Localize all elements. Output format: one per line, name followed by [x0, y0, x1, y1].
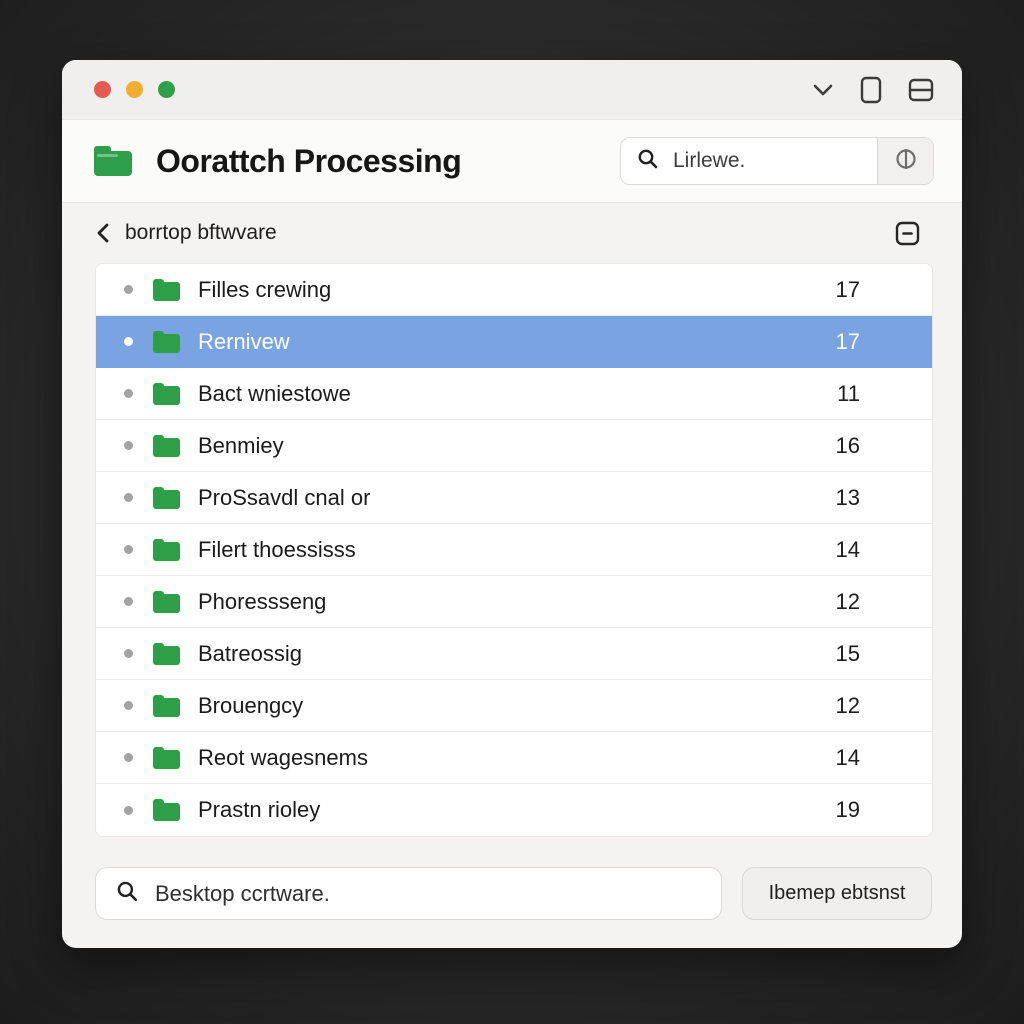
table-row[interactable]: Reot wagesnems14	[96, 732, 932, 784]
search-icon	[116, 880, 139, 908]
table-row[interactable]: Rernivew17	[96, 316, 932, 368]
item-count: 14	[836, 745, 932, 771]
item-count: 17	[836, 277, 932, 303]
footer-search-input[interactable]	[153, 880, 701, 908]
row-bullet-dot	[124, 649, 133, 658]
app-folder-icon	[94, 146, 132, 176]
item-count: 13	[836, 485, 932, 511]
folder-name: Benmiey	[198, 433, 836, 459]
folder-name: Bact wniestowe	[198, 381, 837, 407]
traffic-lights	[94, 81, 175, 98]
item-count: 19	[836, 797, 932, 823]
row-bullet-dot	[124, 493, 133, 502]
footer-action-button[interactable]: Ibemep ebtsnst	[742, 867, 932, 920]
folder-name: Phoressseng	[198, 589, 836, 615]
chevron-down-icon[interactable]	[812, 83, 834, 97]
app-window: Oorattch Processing borrtop bftwvare F	[62, 60, 962, 948]
table-row[interactable]: Brouengcy12	[96, 680, 932, 732]
zoom-window-button[interactable]	[158, 81, 175, 98]
folder-list: Filles crewing17Rernivew17Bact wniestowe…	[95, 263, 933, 837]
folder-icon	[153, 279, 180, 301]
item-count: 16	[836, 433, 932, 459]
folder-icon	[153, 435, 180, 457]
item-count: 11	[837, 381, 932, 407]
header-search-group	[620, 137, 934, 185]
minimize-window-button[interactable]	[126, 81, 143, 98]
page-title: Oorattch Processing	[156, 143, 620, 180]
back-chevron-icon[interactable]	[95, 222, 111, 244]
phi-circle-icon	[894, 147, 918, 176]
window-outline-icon[interactable]	[860, 76, 882, 104]
close-window-button[interactable]	[94, 81, 111, 98]
folder-name: Prastn rioley	[198, 797, 836, 823]
folder-name: Filles crewing	[198, 277, 836, 303]
folder-name: Batreossig	[198, 641, 836, 667]
header: Oorattch Processing	[62, 120, 962, 203]
item-count: 12	[836, 589, 932, 615]
folder-name: ProSsavdl cnal or	[198, 485, 836, 511]
folder-icon	[153, 487, 180, 509]
row-bullet-dot	[124, 441, 133, 450]
breadcrumb[interactable]: borrtop bftwvare	[125, 221, 894, 245]
filter-scope-button[interactable]	[877, 138, 933, 184]
row-bullet-dot	[124, 545, 133, 554]
row-bullet-dot	[124, 753, 133, 762]
breadcrumb-bar: borrtop bftwvare	[62, 203, 962, 263]
table-row[interactable]: Bact wniestowe11	[96, 368, 932, 420]
footer-search[interactable]	[95, 867, 722, 920]
table-row[interactable]: Benmiey16	[96, 420, 932, 472]
item-count: 14	[836, 537, 932, 563]
folder-name: Filert thoessisss	[198, 537, 836, 563]
folder-icon	[153, 331, 180, 353]
folder-name: Rernivew	[198, 329, 836, 355]
folder-icon	[153, 747, 180, 769]
row-bullet-dot	[124, 337, 133, 346]
folder-icon	[153, 539, 180, 561]
item-count: 15	[836, 641, 932, 667]
item-count: 12	[836, 693, 932, 719]
table-row[interactable]: Filert thoessisss14	[96, 524, 932, 576]
titlebar	[62, 60, 962, 120]
table-row[interactable]: Filles crewing17	[96, 264, 932, 316]
table-row[interactable]: ProSsavdl cnal or13	[96, 472, 932, 524]
header-search[interactable]	[621, 138, 877, 184]
header-search-input[interactable]	[671, 148, 861, 174]
search-icon	[637, 148, 659, 175]
collapse-panel-icon[interactable]	[894, 220, 921, 247]
row-bullet-dot	[124, 389, 133, 398]
folder-name: Brouengcy	[198, 693, 836, 719]
folder-icon	[153, 643, 180, 665]
row-bullet-dot	[124, 285, 133, 294]
item-count: 17	[836, 329, 932, 355]
table-row[interactable]: Batreossig15	[96, 628, 932, 680]
table-row[interactable]: Phoressseng12	[96, 576, 932, 628]
folder-icon	[153, 383, 180, 405]
footer: Ibemep ebtsnst	[95, 867, 932, 920]
table-row[interactable]: Prastn rioley19	[96, 784, 932, 836]
folder-name: Reot wagesnems	[198, 745, 836, 771]
folder-icon	[153, 695, 180, 717]
folder-icon	[153, 799, 180, 821]
split-window-icon[interactable]	[908, 78, 934, 102]
row-bullet-dot	[124, 597, 133, 606]
folder-icon	[153, 591, 180, 613]
row-bullet-dot	[124, 701, 133, 710]
row-bullet-dot	[124, 806, 133, 815]
